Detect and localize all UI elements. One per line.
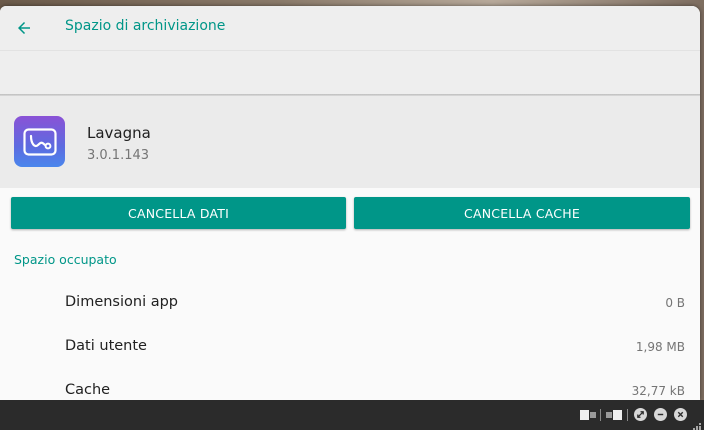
storage-row-cache: Cache 32,77 kB bbox=[0, 376, 700, 400]
minimize-icon[interactable] bbox=[654, 408, 667, 421]
clear-data-button[interactable]: CANCELLA DATI bbox=[11, 197, 346, 229]
window-layout-right-icon[interactable] bbox=[606, 409, 622, 421]
close-icon[interactable] bbox=[674, 408, 687, 421]
storage-row-value: 32,77 kB bbox=[631, 384, 685, 398]
resize-grip-icon[interactable] bbox=[692, 420, 702, 430]
whiteboard-app-icon bbox=[14, 116, 65, 167]
taskbar bbox=[0, 400, 704, 430]
page-title: Spazio di archiviazione bbox=[65, 18, 226, 34]
clear-cache-button[interactable]: CANCELLA CACHE bbox=[354, 197, 690, 229]
storage-row-app-size: Dimensioni app 0 B bbox=[0, 288, 700, 318]
storage-section-title: Spazio occupato bbox=[14, 252, 117, 267]
arrow-left-icon bbox=[18, 22, 30, 34]
settings-window: Spazio di archiviazione Lavagna 3.0.1.14… bbox=[0, 6, 700, 400]
storage-row-label: Cache bbox=[65, 382, 111, 398]
app-bar: Spazio di archiviazione bbox=[0, 6, 700, 50]
app-name: Lavagna bbox=[87, 124, 151, 142]
storage-row-label: Dimensioni app bbox=[65, 294, 179, 310]
app-version: 3.0.1.143 bbox=[87, 148, 150, 163]
whiteboard-glyph-icon bbox=[22, 127, 57, 156]
taskbar-separator bbox=[600, 409, 601, 421]
toolbar-extension bbox=[0, 50, 700, 94]
window-layout-left-icon[interactable] bbox=[580, 409, 596, 421]
back-button[interactable] bbox=[8, 12, 40, 44]
storage-row-user-data: Dati utente 1,98 MB bbox=[0, 332, 700, 362]
storage-row-label: Dati utente bbox=[65, 338, 147, 354]
expand-icon[interactable] bbox=[634, 408, 647, 421]
storage-row-value: 1,98 MB bbox=[635, 340, 685, 354]
taskbar-separator bbox=[627, 409, 628, 421]
app-header: Lavagna 3.0.1.143 bbox=[0, 96, 700, 188]
storage-row-value: 0 B bbox=[665, 296, 685, 310]
